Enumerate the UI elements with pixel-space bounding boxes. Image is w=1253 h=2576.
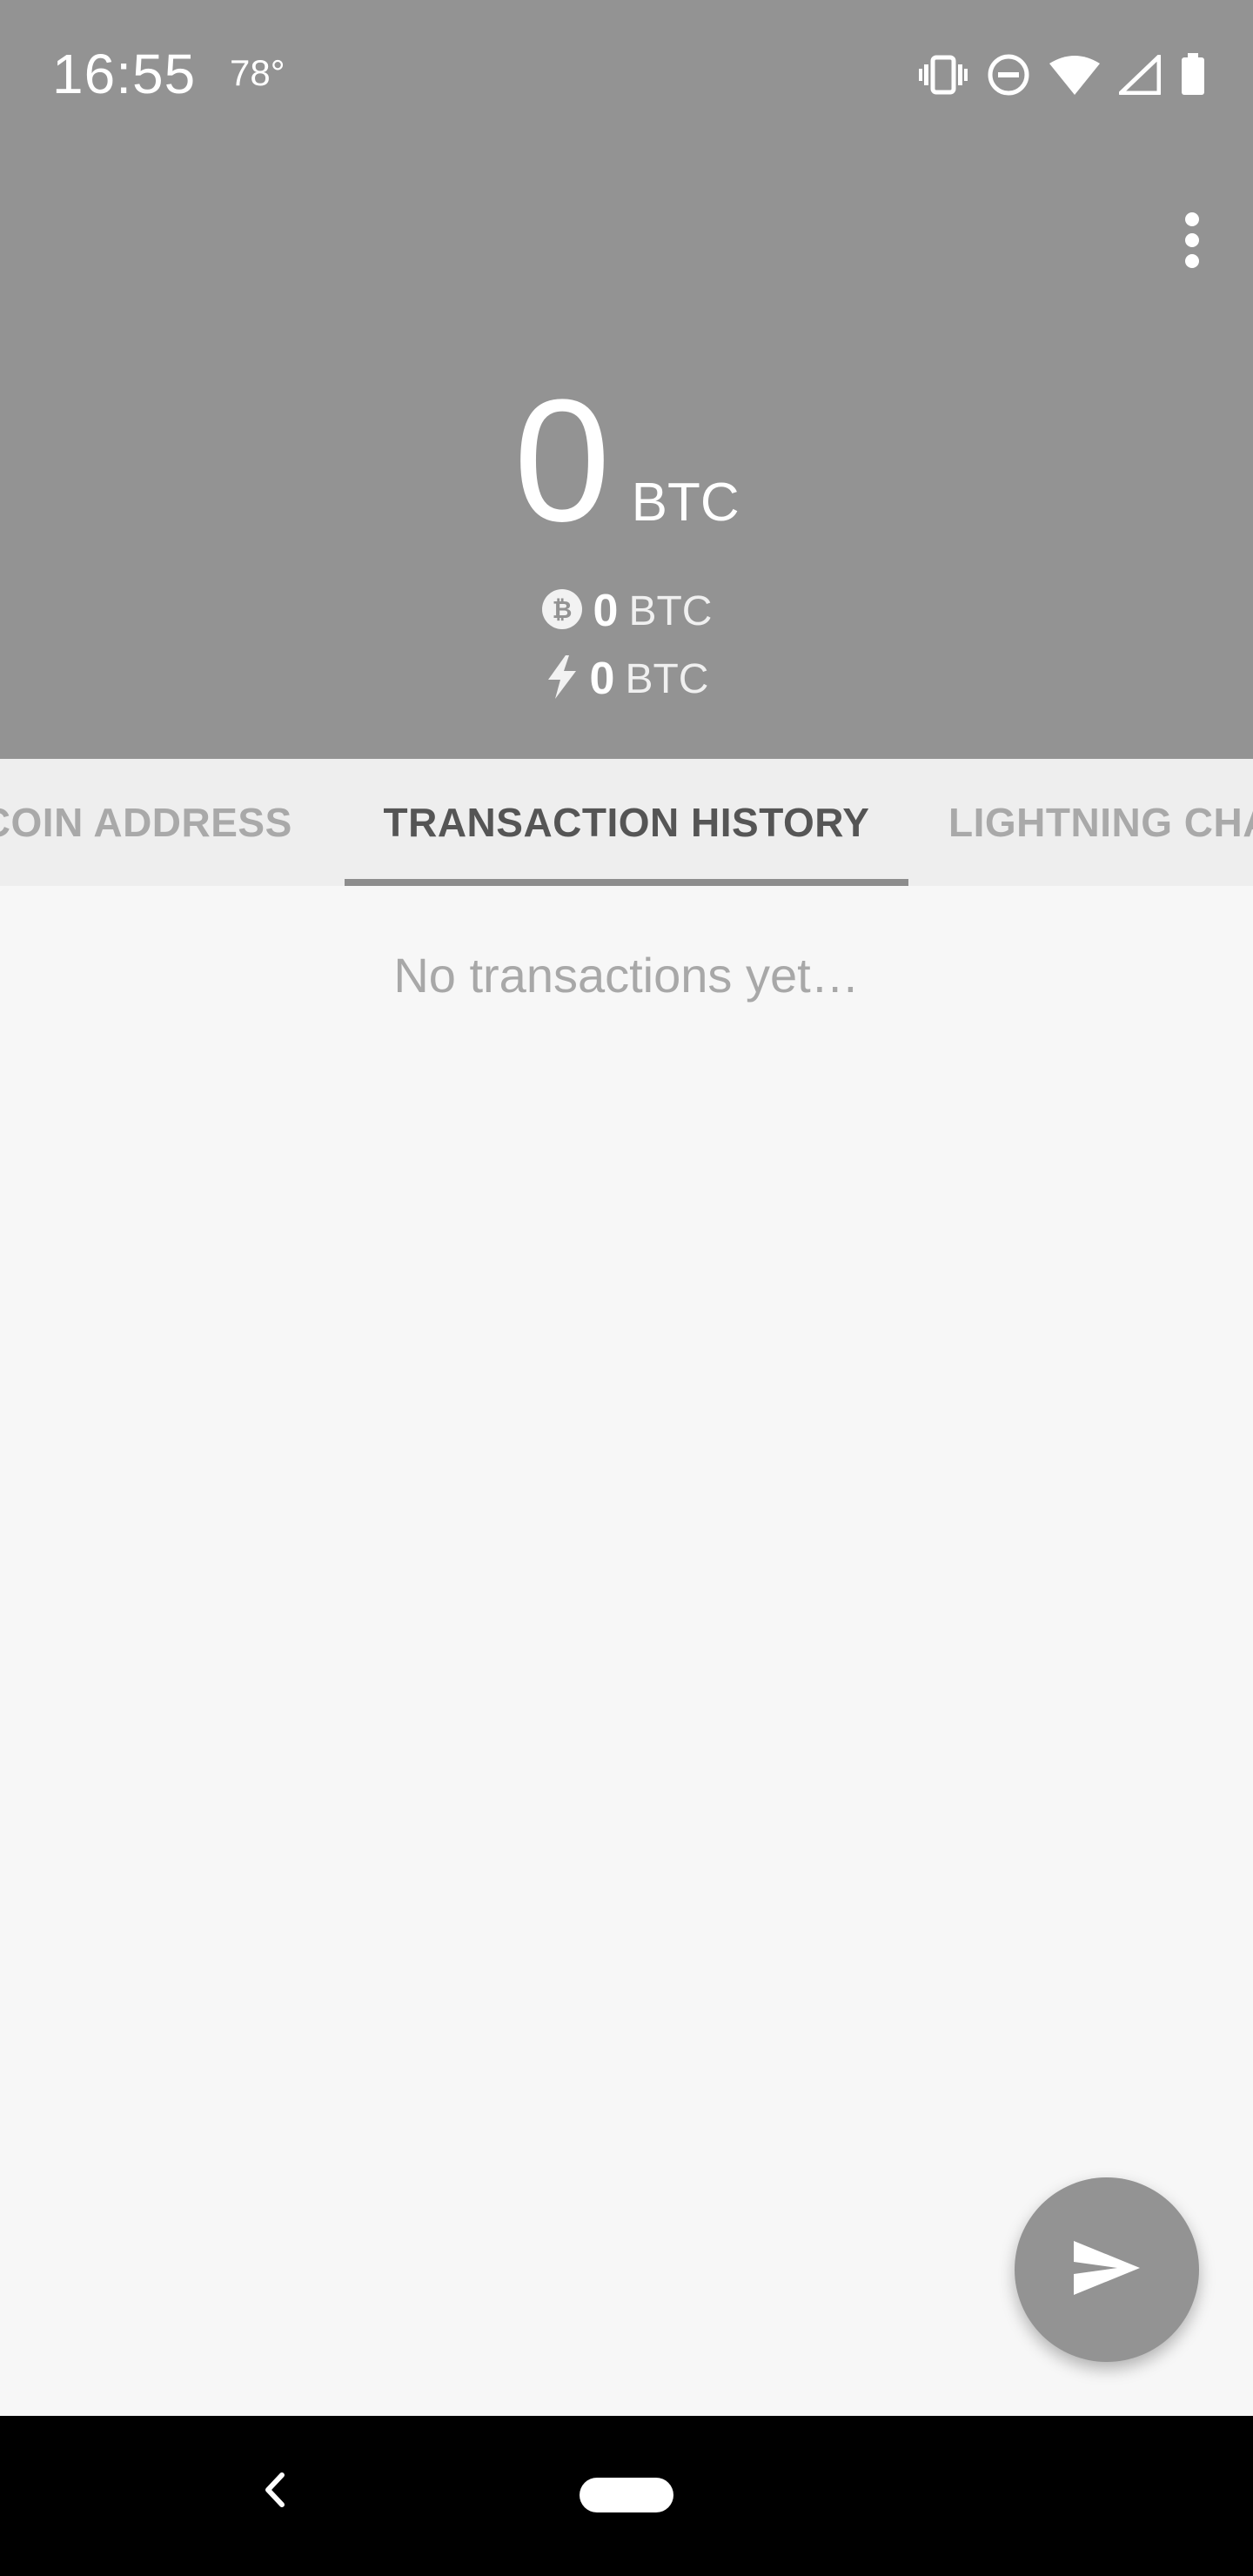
lightning-balance: 0 BTC (0, 653, 1253, 705)
vibrate-icon (919, 54, 968, 96)
bitcoin-icon: ₿ (541, 588, 583, 634)
tab-transaction-history[interactable]: TRANSACTION HISTORY (345, 759, 908, 886)
status-temperature: 78° (230, 52, 285, 93)
onchain-balance: ₿ 0 BTC (0, 585, 1253, 637)
do-not-disturb-icon (987, 53, 1030, 97)
nav-home-button[interactable] (580, 2478, 673, 2512)
send-icon (1072, 2239, 1142, 2301)
back-icon (252, 2472, 296, 2524)
navigation-bar (0, 2416, 1253, 2576)
overflow-menu-button[interactable] (1166, 200, 1218, 284)
wifi-icon (1049, 55, 1100, 95)
screen: 16:55 78° 0 BTC ₿ 0 BTC 0 BTC OIN ADDRES… (0, 0, 1253, 2576)
tab-lightning-channels[interactable]: LIGHTNING CHA (948, 759, 1253, 886)
total-balance-amount: 0 (513, 364, 611, 558)
battery-icon (1180, 53, 1206, 97)
onchain-balance-amount: 0 (593, 586, 619, 636)
empty-state-text: No transactions yet… (393, 948, 860, 1003)
total-balance-unit: BTC (631, 473, 740, 533)
tab-indicator (345, 879, 908, 886)
lightning-icon (545, 654, 580, 703)
more-vert-icon (1183, 211, 1201, 272)
total-balance: 0 BTC (0, 374, 1253, 548)
onchain-balance-unit: BTC (628, 587, 713, 634)
status-time: 16:55 (52, 43, 197, 105)
nav-back-button[interactable] (252, 2459, 296, 2520)
lightning-balance-unit: BTC (625, 655, 709, 702)
header: 16:55 78° 0 BTC ₿ 0 BTC 0 BTC (0, 0, 1253, 759)
cell-signal-icon (1119, 55, 1161, 95)
svg-text:₿: ₿ (552, 595, 572, 624)
lightning-balance-amount: 0 (589, 654, 615, 704)
tab-bar: TCOIN ADDRESS TRANSACTION HISTORY LIGHTN… (0, 759, 1253, 886)
status-icons (919, 49, 1206, 101)
send-button[interactable] (1015, 2177, 1199, 2362)
tab-bitcoin-address[interactable]: TCOIN ADDRESS (0, 759, 345, 886)
